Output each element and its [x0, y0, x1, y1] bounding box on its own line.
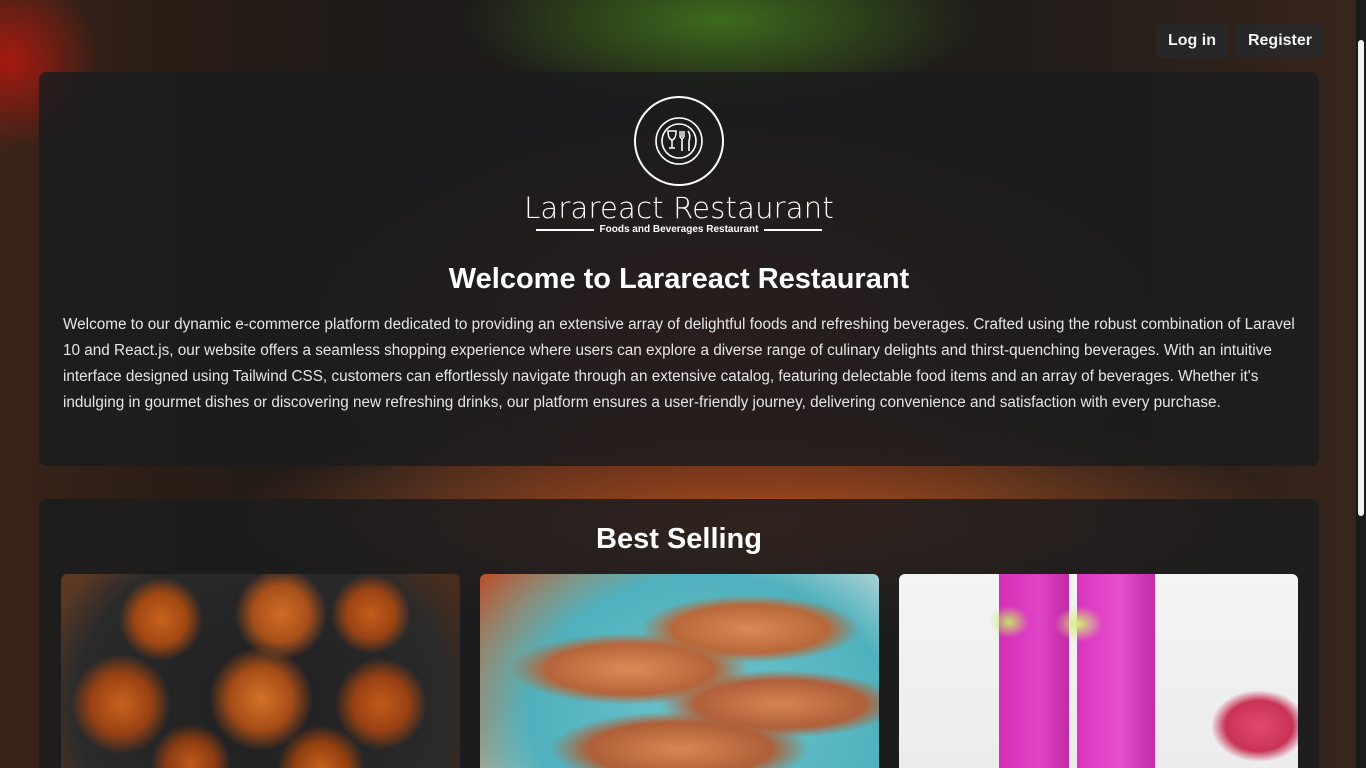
- product-cards: [61, 574, 1298, 768]
- landing-page: Log in Register Larareact Restaurant Foo…: [0, 0, 1366, 768]
- logo-title: Larareact Restaurant: [524, 191, 834, 225]
- register-button[interactable]: Register: [1235, 24, 1324, 58]
- welcome-description: Welcome to our dynamic e-commerce platfo…: [63, 316, 1295, 411]
- product-card-grilled-salmon[interactable]: [480, 574, 879, 768]
- best-selling-title: Best Selling: [596, 523, 762, 555]
- best-selling-panel: Best Selling: [39, 499, 1319, 768]
- logo-divider-right: [764, 228, 823, 231]
- logo-subtitle-row: Foods and Beverages Restaurant: [535, 224, 823, 235]
- welcome-title: Welcome to Larareact Restaurant: [448, 263, 910, 295]
- logo-divider-left: [535, 228, 594, 231]
- product-card-dragon-fruit-drinks[interactable]: [899, 574, 1298, 768]
- top-nav: Log in Register: [1155, 24, 1324, 58]
- scrollbar-thumb[interactable]: [1358, 40, 1364, 516]
- product-card-fried-chicken[interactable]: [61, 574, 460, 768]
- logo-subtitle: Foods and Beverages Restaurant: [599, 224, 759, 235]
- welcome-panel: Larareact Restaurant Foods and Beverages…: [39, 72, 1319, 466]
- login-button[interactable]: Log in: [1155, 24, 1228, 58]
- dining-icon: [634, 96, 724, 186]
- page-scrollbar[interactable]: [1356, 0, 1366, 768]
- restaurant-logo: Larareact Restaurant Foods and Beverages…: [39, 96, 1319, 235]
